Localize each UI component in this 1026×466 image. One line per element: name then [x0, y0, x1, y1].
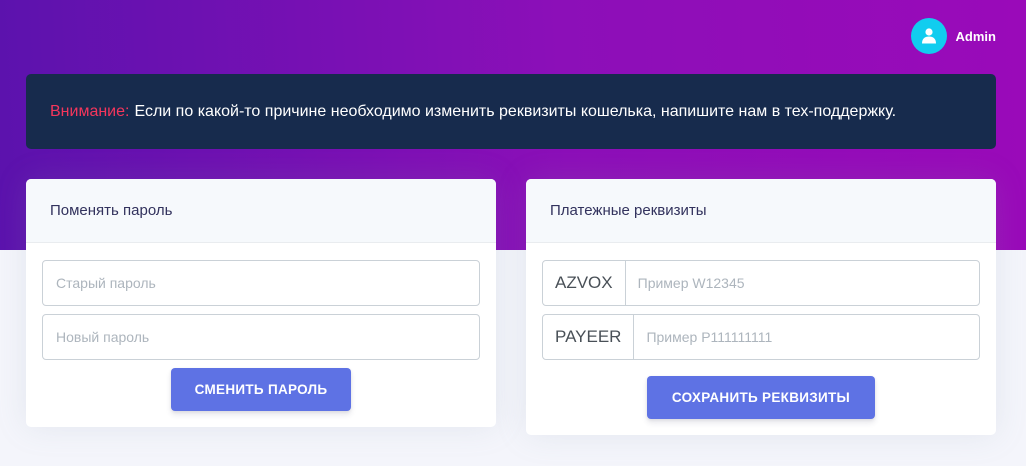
payment-details-card: Платежные реквизиты AZVOX Пример W12345 … — [526, 179, 996, 435]
old-password-input[interactable]: Старый пароль — [42, 260, 480, 306]
user-icon — [921, 28, 936, 44]
azvox-placeholder: Пример W12345 — [637, 275, 745, 291]
old-password-placeholder: Старый пароль — [56, 275, 156, 291]
new-password-input[interactable]: Новый пароль — [42, 314, 480, 360]
card-title: Поменять пароль — [26, 179, 496, 243]
change-password-button[interactable]: СМЕНИТЬ ПАРОЛЬ — [171, 368, 351, 411]
user-menu[interactable]: Admin — [910, 18, 996, 54]
change-password-card: Поменять пароль Старый пароль Новый паро… — [26, 179, 496, 427]
azvox-input-group[interactable]: AZVOX Пример W12345 — [542, 260, 980, 306]
alert-label: Внимание: — [50, 102, 130, 120]
alert-message: Если по какой-то причине необходимо изме… — [134, 102, 897, 120]
azvox-prefix: AZVOX — [543, 261, 626, 305]
payeer-prefix: PAYEER — [543, 315, 635, 359]
avatar[interactable] — [910, 18, 947, 54]
card-title: Платежные реквизиты — [526, 179, 996, 243]
payeer-input-group[interactable]: PAYEER Пример P111111111 — [542, 314, 980, 360]
azvox-input[interactable]: Пример W12345 — [626, 261, 979, 305]
user-name[interactable]: Admin — [956, 29, 996, 44]
new-password-placeholder: Новый пароль — [56, 329, 150, 345]
support-alert: Внимание: Если по какой-то причине необх… — [26, 74, 996, 149]
save-details-button[interactable]: СОХРАНИТЬ РЕКВИЗИТЫ — [647, 376, 875, 419]
payeer-placeholder: Пример P111111111 — [646, 329, 773, 345]
payeer-input[interactable]: Пример P111111111 — [634, 315, 979, 359]
